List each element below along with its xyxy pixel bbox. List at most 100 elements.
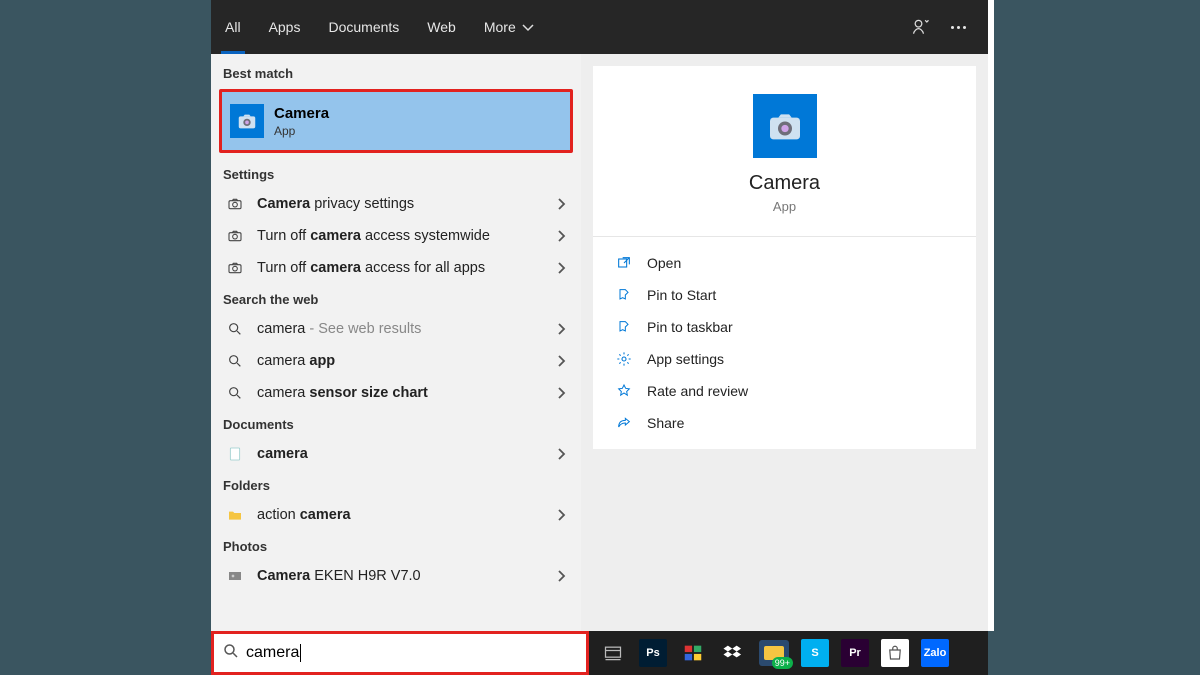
chevron-down-icon [520, 19, 536, 35]
tab-web[interactable]: Web [413, 0, 470, 54]
document-icon [223, 446, 247, 462]
action-label: Pin to Start [647, 287, 716, 303]
document-item-label: camera [257, 446, 553, 462]
settings-item-systemwide[interactable]: Turn off camera access systemwide [211, 220, 581, 252]
results-column: Best match Camera App [211, 54, 581, 675]
action-label: App settings [647, 351, 724, 367]
web-item-label: camera sensor size chart [257, 385, 553, 401]
search-panel: All Apps Documents Web More Best match [211, 0, 988, 675]
best-match-texts: Camera App [274, 105, 329, 138]
chevron-right-icon [553, 385, 569, 401]
tab-apps[interactable]: Apps [255, 0, 315, 54]
tab-label: All [225, 19, 241, 35]
task-view-icon[interactable] [599, 639, 627, 667]
chevron-right-icon [553, 260, 569, 276]
badge-count: 99+ [772, 657, 793, 669]
search-icon [223, 385, 247, 401]
best-match-item[interactable]: Camera App [222, 92, 570, 150]
settings-item-allapps[interactable]: Turn off camera access for all apps [211, 252, 581, 284]
action-rate-review[interactable]: Rate and review [615, 383, 954, 399]
preview-title: Camera [749, 172, 820, 195]
best-match-highlight: Camera App [219, 89, 573, 153]
folder-item[interactable]: action camera [211, 499, 581, 531]
section-folders: Folders [211, 470, 581, 499]
photo-item-label: Camera EKEN H9R V7.0 [257, 568, 553, 584]
photo-icon [223, 568, 247, 584]
tab-documents[interactable]: Documents [314, 0, 413, 54]
window-edge-right [988, 0, 994, 631]
search-topbar: All Apps Documents Web More [211, 0, 988, 54]
section-best-match: Best match [211, 58, 581, 87]
settings-item-label: Camera privacy settings [257, 196, 553, 212]
search-icon [223, 321, 247, 337]
action-share[interactable]: Share [615, 415, 954, 431]
taskbar-mail[interactable]: 99+ [759, 640, 789, 666]
camera-icon [236, 110, 258, 132]
settings-item-privacy[interactable]: Camera privacy settings [211, 188, 581, 220]
taskbar-zalo[interactable]: Zalo [921, 639, 949, 667]
document-item[interactable]: camera [211, 438, 581, 470]
taskbar: Ps 99+ S Pr Zalo [589, 631, 988, 675]
tab-all[interactable]: All [211, 0, 255, 54]
search-text: camera [246, 644, 301, 662]
taskbar-app-generic[interactable] [679, 639, 707, 667]
gear-icon [615, 351, 633, 367]
search-body: Best match Camera App [211, 54, 988, 675]
share-icon [615, 415, 633, 431]
camera-icon [765, 106, 805, 146]
action-open[interactable]: Open [615, 255, 954, 271]
web-item-label: camera app [257, 353, 553, 369]
search-top-tabs: All Apps Documents Web More [211, 0, 550, 54]
web-item-sensor-chart[interactable]: camera sensor size chart [211, 377, 581, 409]
section-search-web: Search the web [211, 284, 581, 313]
section-documents: Documents [211, 409, 581, 438]
action-label: Pin to taskbar [647, 319, 733, 335]
taskbar-photoshop[interactable]: Ps [639, 639, 667, 667]
web-item-label: camera - See web results [257, 321, 553, 337]
taskbar-premiere[interactable]: Pr [841, 639, 869, 667]
camera-outline-icon [223, 196, 247, 212]
tab-label: Apps [269, 19, 301, 35]
chevron-right-icon [553, 321, 569, 337]
star-icon [615, 383, 633, 399]
ellipsis-icon[interactable] [951, 26, 966, 29]
pin-icon [615, 319, 633, 335]
chevron-right-icon [553, 353, 569, 369]
settings-item-label: Turn off camera access for all apps [257, 260, 553, 276]
section-settings: Settings [211, 159, 581, 188]
action-app-settings[interactable]: App settings [615, 351, 954, 367]
action-label: Rate and review [647, 383, 748, 399]
action-pin-start[interactable]: Pin to Start [615, 287, 954, 303]
preview-actions: Open Pin to Start Pin to taskbar App set… [593, 237, 976, 449]
folder-item-label: action camera [257, 507, 553, 523]
tab-label: Documents [328, 19, 399, 35]
taskbar-store[interactable] [881, 639, 909, 667]
taskbar-skype[interactable]: S [801, 639, 829, 667]
web-item-camera[interactable]: camera - See web results [211, 313, 581, 345]
search-icon [223, 353, 247, 369]
tab-more[interactable]: More [470, 0, 550, 54]
search-icon [222, 642, 240, 665]
web-item-camera-app[interactable]: camera app [211, 345, 581, 377]
section-photos: Photos [211, 531, 581, 560]
preview-card: Camera App Open Pin to Start Pin to task… [593, 66, 976, 449]
feedback-icon[interactable] [911, 17, 931, 37]
preview-hero: Camera App [593, 66, 976, 237]
preview-column: Camera App Open Pin to Start Pin to task… [581, 54, 988, 675]
search-box[interactable]: camera [211, 631, 589, 675]
topbar-right [911, 17, 988, 37]
taskbar-dropbox[interactable] [719, 639, 747, 667]
action-pin-taskbar[interactable]: Pin to taskbar [615, 319, 954, 335]
action-label: Open [647, 255, 681, 271]
best-match-title: Camera [274, 105, 329, 122]
tab-label: Web [427, 19, 456, 35]
text-caret [300, 644, 301, 662]
chevron-right-icon [553, 507, 569, 523]
photo-item[interactable]: Camera EKEN H9R V7.0 [211, 560, 581, 592]
tab-label: More [484, 19, 516, 35]
chevron-right-icon [553, 196, 569, 212]
camera-outline-icon [223, 260, 247, 276]
open-icon [615, 255, 633, 271]
chevron-right-icon [553, 446, 569, 462]
camera-app-icon [230, 104, 264, 138]
